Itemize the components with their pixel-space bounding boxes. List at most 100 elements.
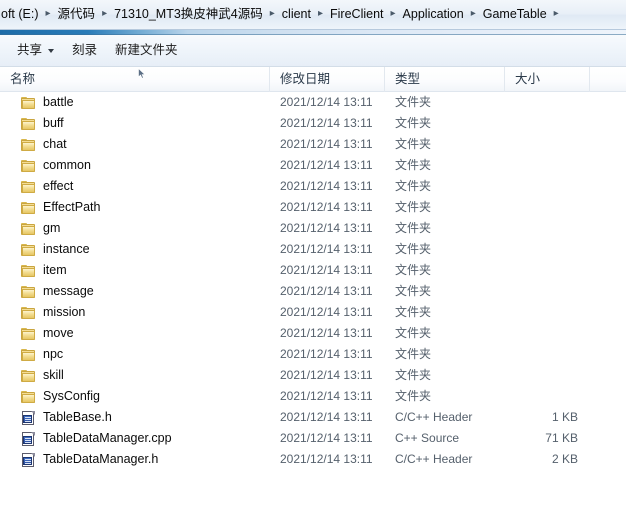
file-type-cell: C/C++ Header [395,410,473,424]
file-name-cell[interactable]: TableBase.h [0,407,270,428]
file-list-row[interactable]: common 2021/12/14 13:11 文件夹 [0,155,626,176]
file-list-row[interactable]: chat 2021/12/14 13:11 文件夹 [0,134,626,155]
file-date-cell: 2021/12/14 13:11 [280,179,373,193]
file-name-cell[interactable]: message [0,281,270,302]
file-size-cell [505,197,590,218]
breadcrumb-separator-icon[interactable]: ▸ [268,6,277,22]
file-name-cell[interactable]: battle [0,92,270,113]
file-date-cell: 2021/12/14 13:11 [280,284,373,298]
file-name-cell[interactable]: npc [0,344,270,365]
file-type-cell: 文件夹 [395,389,432,403]
file-name-label: chat [43,137,67,151]
file-name-cell[interactable]: mission [0,302,270,323]
file-list-row[interactable]: item 2021/12/14 13:11 文件夹 [0,260,626,281]
breadcrumb-item-3[interactable]: client [277,4,316,25]
file-date-cell: 2021/12/14 13:11 [280,137,373,151]
file-list-row[interactable]: TableDataManager.cpp 2021/12/14 13:11 C++ … [0,428,626,449]
burn-button-label: 刻录 [72,43,98,57]
breadcrumb-item-4[interactable]: FireClient [325,4,389,25]
file-size-cell: 71 KB [545,431,578,445]
breadcrumb-separator-icon[interactable]: ▸ [552,6,561,22]
file-list-row[interactable]: TableDataManager.h 2021/12/14 13:11 C/C++ … [0,449,626,470]
breadcrumb-item-2[interactable]: 71310_MT3换皮神武4源码 [109,4,268,25]
file-name-cell[interactable]: move [0,323,270,344]
file-size-cell [505,386,590,407]
column-header-name[interactable]: 名称 [0,66,270,92]
file-name-label: TableBase.h [43,410,112,424]
file-list-row[interactable]: mission 2021/12/14 13:11 文件夹 [0,302,626,323]
folder-icon [20,95,36,111]
file-type-cell: 文件夹 [395,95,432,109]
file-name-cell[interactable]: skill [0,365,270,386]
file-size-cell [505,134,590,155]
file-name-cell[interactable]: SysConfig [0,386,270,407]
file-list-row[interactable]: gm 2021/12/14 13:11 文件夹 [0,218,626,239]
file-name-cell[interactable]: EffectPath [0,197,270,218]
file-name-cell[interactable]: TableDataManager.h [0,449,270,470]
file-date-cell: 2021/12/14 13:11 [280,410,373,424]
file-type-cell: 文件夹 [395,116,432,130]
file-type-cell: 文件夹 [395,305,432,319]
file-list-row[interactable]: SysConfig 2021/12/14 13:11 文件夹 [0,386,626,407]
breadcrumb-separator-icon[interactable]: ▸ [389,6,398,22]
column-header-type[interactable]: 类型 [385,66,505,92]
burn-button[interactable]: 刻录 [63,39,106,62]
folder-icon [20,368,36,384]
breadcrumb-separator-icon[interactable]: ▸ [316,6,325,22]
file-name-cell[interactable]: gm [0,218,270,239]
breadcrumb-item-6[interactable]: GameTable [478,4,552,25]
share-button[interactable]: 共享 [8,39,63,62]
file-name-label: skill [43,368,64,382]
file-type-cell: 文件夹 [395,284,432,298]
file-list-row[interactable]: skill 2021/12/14 13:11 文件夹 [0,365,626,386]
file-list-row[interactable]: EffectPath 2021/12/14 13:11 文件夹 [0,197,626,218]
new-folder-button[interactable]: 新建文件夹 [106,39,187,62]
file-name-cell[interactable]: common [0,155,270,176]
file-name-cell[interactable]: item [0,260,270,281]
file-name-cell[interactable]: chat [0,134,270,155]
file-name-label: common [43,158,91,172]
file-name-label: battle [43,95,74,109]
file-list-row[interactable]: battle 2021/12/14 13:11 文件夹 [0,92,626,113]
file-date-cell: 2021/12/14 13:11 [280,200,373,214]
breadcrumb-separator-icon[interactable]: ▸ [469,6,478,22]
file-name-label: TableDataManager.h [43,452,159,466]
breadcrumb-item-5[interactable]: Application [398,4,469,25]
file-list-row[interactable]: npc 2021/12/14 13:11 文件夹 [0,344,626,365]
file-date-cell: 2021/12/14 13:11 [280,158,373,172]
file-name-label: mission [43,305,86,319]
file-list[interactable]: battle 2021/12/14 13:11 文件夹 buff 2021/12/14 … [0,92,626,506]
file-date-cell: 2021/12/14 13:11 [280,368,373,382]
folder-icon [20,137,36,153]
file-list-row[interactable]: TableBase.h 2021/12/14 13:11 C/C++ Header 1… [0,407,626,428]
file-type-cell: 文件夹 [395,242,432,256]
breadcrumb-item-0[interactable]: oft (E:) [0,4,44,25]
file-name-label: move [43,326,74,340]
file-size-cell: 2 KB [551,452,578,466]
folder-icon [20,221,36,237]
column-header-size[interactable]: 大小 [505,66,590,92]
file-size-cell [505,302,590,323]
breadcrumb-item-1[interactable]: 源代码 [53,4,101,25]
column-header-date-modified[interactable]: 修改日期 [270,66,385,92]
folder-icon [20,347,36,363]
breadcrumb-separator-icon[interactable]: ▸ [100,6,109,22]
file-type-cell: 文件夹 [395,347,432,361]
new-folder-button-label: 新建文件夹 [115,43,178,57]
file-size-cell [505,323,590,344]
file-list-row[interactable]: effect 2021/12/14 13:11 文件夹 [0,176,626,197]
folder-icon [20,305,36,321]
address-bar[interactable]: oft (E:) ▸ 源代码 ▸ 71310_MT3换皮神武4源码 ▸ client ▸ Fir… [0,0,626,30]
file-list-row[interactable]: message 2021/12/14 13:11 文件夹 [0,281,626,302]
file-name-cell[interactable]: instance [0,239,270,260]
file-list-row[interactable]: instance 2021/12/14 13:11 文件夹 [0,239,626,260]
file-size-cell [505,155,590,176]
file-type-cell: 文件夹 [395,158,432,172]
file-list-row[interactable]: buff 2021/12/14 13:11 文件夹 [0,113,626,134]
breadcrumb-separator-icon[interactable]: ▸ [44,6,53,22]
file-list-row[interactable]: move 2021/12/14 13:11 文件夹 [0,323,626,344]
file-name-cell[interactable]: TableDataManager.cpp [0,428,270,449]
file-name-cell[interactable]: buff [0,113,270,134]
folder-icon [20,200,36,216]
file-name-cell[interactable]: effect [0,176,270,197]
